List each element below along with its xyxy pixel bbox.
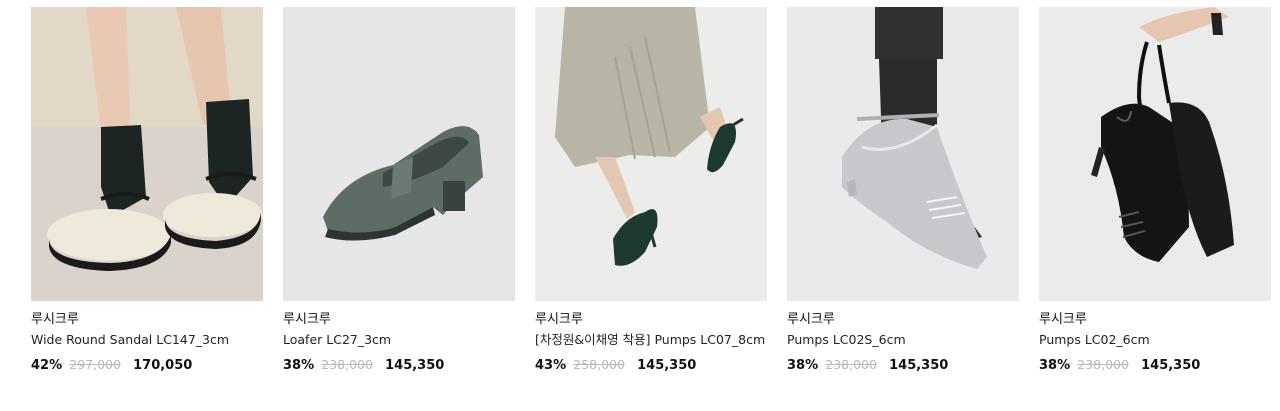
product-brand: 루시크루 [283, 312, 331, 327]
product-brand: 루시크루 [31, 312, 79, 327]
product-image[interactable] [1039, 7, 1271, 301]
product-name[interactable]: Loafer LC27_3cm [283, 331, 515, 349]
product-image[interactable] [283, 7, 515, 301]
sale-price: 145,350 [889, 358, 949, 373]
product-name[interactable]: Pumps LC02_6cm [1039, 331, 1271, 349]
product-card[interactable]: 루시크루 [차정원&이채영 착용] Pumps LC07_8cm 43% 258… [535, 7, 767, 375]
discount-rate: 38% [283, 358, 315, 373]
sale-price: 145,350 [637, 358, 697, 373]
product-brand: 루시크루 [535, 312, 583, 327]
original-price: 258,000 [573, 357, 625, 372]
price-row: 43% 258,000 145,350 [535, 356, 767, 375]
original-price: 238,000 [1077, 357, 1129, 372]
original-price: 238,000 [825, 357, 877, 372]
discount-rate: 38% [787, 358, 819, 373]
product-name[interactable]: Pumps LC02S_6cm [787, 331, 1019, 349]
price-row: 38% 238,000 145,350 [787, 356, 1019, 375]
product-grid: 루시크루 Wide Round Sandal LC147_3cm 42% 297… [0, 0, 1280, 411]
price-row: 38% 238,000 145,350 [283, 356, 515, 375]
price-row: 38% 238,000 145,350 [1039, 356, 1271, 375]
product-card[interactable]: 루시크루 Loafer LC27_3cm 38% 238,000 145,350 [283, 7, 515, 375]
product-image[interactable] [31, 7, 263, 301]
product-name[interactable]: [차정원&이채영 착용] Pumps LC07_8cm [535, 331, 767, 349]
original-price: 297,000 [69, 357, 121, 372]
product-brand: 루시크루 [1039, 312, 1087, 327]
sale-price: 170,050 [133, 358, 193, 373]
product-image[interactable] [535, 7, 767, 301]
discount-rate: 38% [1039, 358, 1071, 373]
product-card[interactable]: 루시크루 Pumps LC02_6cm 38% 238,000 145,350 [1039, 7, 1271, 375]
discount-rate: 43% [535, 358, 567, 373]
price-row: 42% 297,000 170,050 [31, 356, 263, 375]
product-card[interactable]: 루시크루 Wide Round Sandal LC147_3cm 42% 297… [31, 7, 263, 375]
sale-price: 145,350 [385, 358, 445, 373]
discount-rate: 42% [31, 358, 63, 373]
product-card[interactable]: 루시크루 Pumps LC02S_6cm 38% 238,000 145,350 [787, 7, 1019, 375]
sale-price: 145,350 [1141, 358, 1201, 373]
product-image[interactable] [787, 7, 1019, 301]
original-price: 238,000 [321, 357, 373, 372]
product-brand: 루시크루 [787, 312, 835, 327]
product-name[interactable]: Wide Round Sandal LC147_3cm [31, 331, 263, 349]
